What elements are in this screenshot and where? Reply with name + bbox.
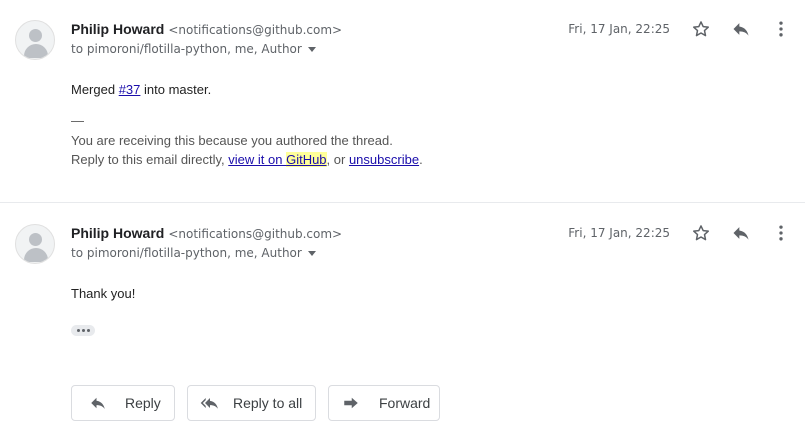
message-body-line: Thank you! [71,286,136,301]
message-body-line: Merged #37 into master. [71,82,211,97]
sender-email: <notifications@github.com> [168,227,343,241]
ellipsis-icon [76,329,80,332]
footer-text: Reply to this email directly, [71,152,229,167]
sender-line[interactable]: Philip Howard <notifications@github.com> [71,21,342,37]
sender-line[interactable]: Philip Howard <notifications@github.com> [71,225,342,241]
ellipsis-icon [81,329,85,332]
email-message: Philip Howard <notifications@github.com> … [0,0,805,203]
more-vert-icon [779,21,783,37]
reply-button[interactable]: Reply [71,385,175,421]
show-trimmed-content-button[interactable] [71,325,95,336]
view-on-github-link[interactable]: view it on GitHub [228,152,327,167]
reply-icon [91,397,105,409]
message-date: Fri, 17 Jan, 22:25 [568,22,670,36]
link-text-highlighted: GitHub [286,152,327,167]
footer-line: You are receiving this because you autho… [71,133,393,148]
body-text: into master. [140,82,212,97]
message-date: Fri, 17 Jan, 22:25 [568,226,670,240]
pull-request-link[interactable]: #37 [119,82,141,97]
star-icon [693,225,709,241]
reply-icon-button[interactable] [729,221,753,245]
sender-name: Philip Howard [71,21,165,37]
email-message: Philip Howard <notifications@github.com> … [0,204,805,364]
reply-all-button[interactable]: Reply to all [187,385,316,421]
more-vert-icon [779,225,783,241]
reply-all-icon [200,398,218,409]
sender-email: <notifications@github.com> [168,23,343,37]
star-button[interactable] [689,221,713,245]
avatar-icon [15,224,55,264]
footer-text: , or [326,152,349,167]
sender-name: Philip Howard [71,225,165,241]
forward-button[interactable]: Forward [328,385,440,421]
forward-label: Forward [379,395,431,411]
reply-all-label: Reply to all [233,395,303,411]
recipients-toggle[interactable]: to pimoroni/flotilla-python, me, Author [71,42,316,56]
link-text: view it on [228,152,287,167]
more-options-button[interactable] [769,221,793,245]
recipients-label: to pimoroni/flotilla-python, me, Author [71,42,302,56]
body-text: Merged [71,82,119,97]
recipients-label: to pimoroni/flotilla-python, me, Author [71,246,302,260]
forward-icon [344,397,358,409]
reply-icon [733,23,749,36]
chevron-down-icon [307,251,316,256]
more-options-button[interactable] [769,17,793,41]
avatar-icon [15,20,55,60]
ellipsis-icon [86,329,90,332]
unsubscribe-link[interactable]: unsubscribe [349,152,419,167]
reply-label: Reply [125,395,161,411]
reply-icon-button[interactable] [729,17,753,41]
reply-icon [733,227,749,240]
chevron-down-icon [307,47,316,52]
signature-divider: — [71,113,84,128]
recipients-toggle[interactable]: to pimoroni/flotilla-python, me, Author [71,246,316,260]
footer-line: Reply to this email directly, view it on… [71,152,423,167]
star-button[interactable] [689,17,713,41]
footer-text: . [419,152,423,167]
star-icon [693,21,709,37]
